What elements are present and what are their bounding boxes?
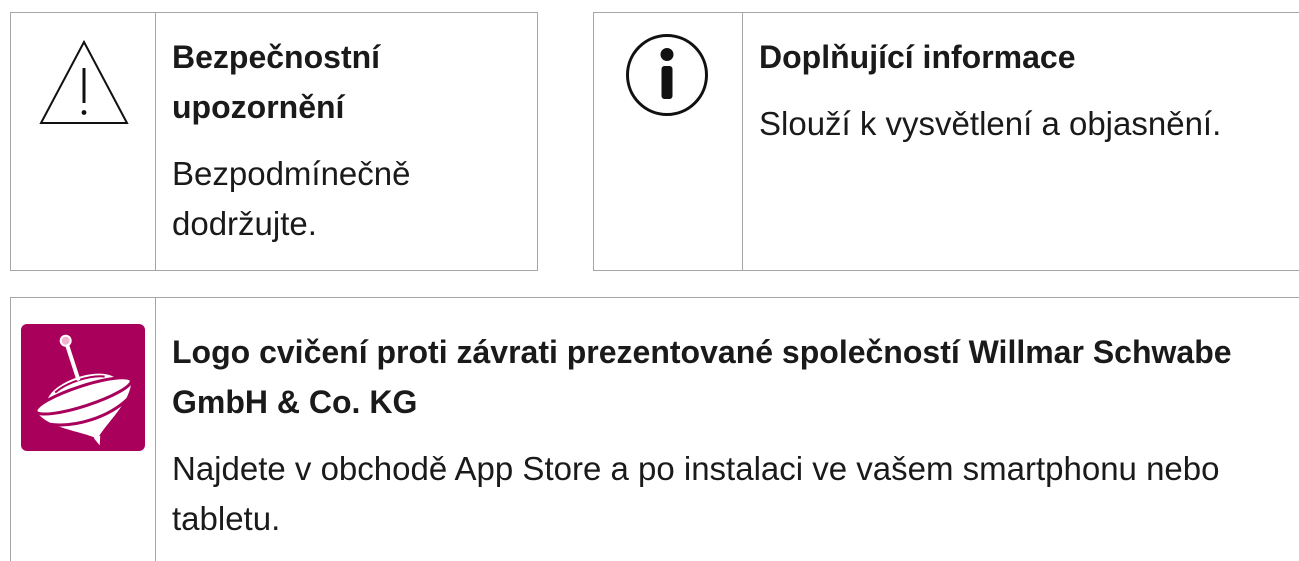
info-stem xyxy=(661,66,673,99)
additional-info-heading: Doplňující informace xyxy=(759,39,1076,75)
app-logo-text: Najdete v obchodě App Store a po instala… xyxy=(172,450,1220,537)
additional-info-text: Slouží k vysvětlení a objasnění. xyxy=(759,105,1222,142)
spinning-top-app-icon xyxy=(21,324,145,451)
top-knob xyxy=(59,334,72,347)
app-logo-heading: Logo cvičení proti závrati prezentované … xyxy=(172,334,1232,420)
app-logo-text-cell: Logo cvičení proti závrati prezentované … xyxy=(156,298,1299,561)
safety-notice-box: Bezpečnostní upozornění Bezpodmínečně do… xyxy=(10,12,538,271)
exclamation-dot xyxy=(81,110,87,115)
additional-info-box: Doplňující informace Slouží k vysvětlení… xyxy=(593,12,1299,271)
additional-info-text-cell: Doplňující informace Slouží k vysvětlení… xyxy=(743,13,1299,270)
top-handle xyxy=(64,342,81,381)
safety-notice-icon-cell xyxy=(11,13,156,270)
spinning-top-illustration xyxy=(34,334,133,446)
info-dot xyxy=(660,48,674,61)
info-icon xyxy=(626,34,708,116)
safety-notice-heading: Bezpečnostní upozornění xyxy=(172,39,381,125)
warning-triangle-icon xyxy=(39,40,129,124)
additional-info-icon-cell xyxy=(594,13,743,270)
app-logo-icon-cell xyxy=(11,298,156,561)
safety-notice-text: Bezpodmínečně dodržujte. xyxy=(172,155,411,242)
app-logo-box: Logo cvičení proti závrati prezentované … xyxy=(10,297,1299,561)
safety-notice-text-cell: Bezpečnostní upozornění Bezpodmínečně do… xyxy=(156,13,537,270)
